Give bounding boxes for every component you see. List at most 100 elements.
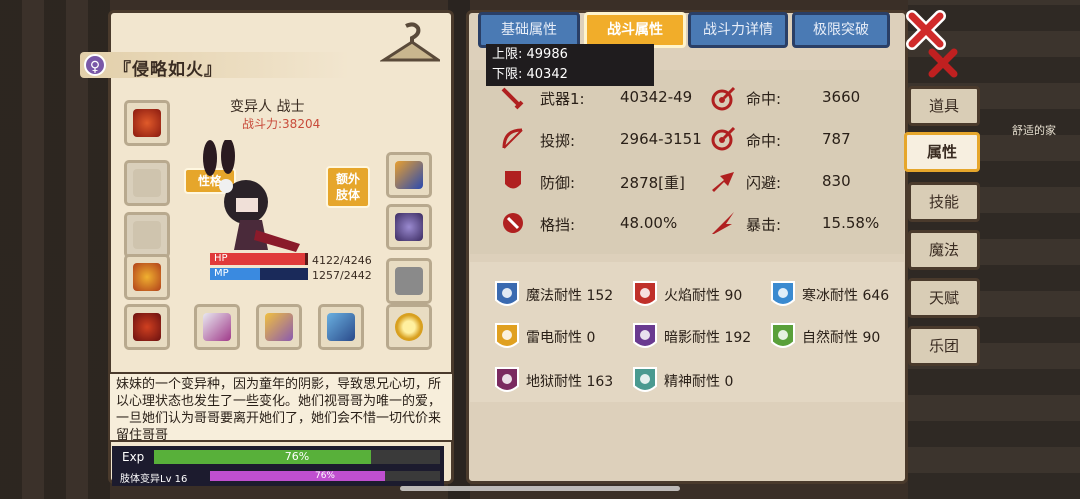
empty-slot-icon (133, 221, 161, 249)
mutation-level-bar: 76% (210, 471, 440, 481)
slot-weapon-1[interactable] (194, 304, 240, 350)
slot-ring[interactable] (386, 304, 432, 350)
exp-bar: 76% (154, 450, 440, 464)
thunder-resist-icon (495, 323, 519, 348)
hp-label: HP (214, 253, 228, 264)
exp-label: Exp (122, 450, 145, 464)
mp-label: MP (214, 268, 229, 279)
target-icon (711, 86, 736, 111)
empty-slot-icon (133, 169, 161, 197)
mp-bar: MP (210, 268, 308, 280)
nature-resist-icon (771, 323, 795, 348)
damage-range-tooltip: 上限: 49986 下限: 40342 (486, 44, 654, 86)
stat-value-critical: 15.58% (822, 214, 880, 232)
character-description: 妹妹的一个变异种，因为童年的阴影，导致思兄心切，所以心理状态也发生了一些变化。她… (108, 372, 454, 442)
stat-label-throw: 投掷: (540, 132, 576, 150)
side-tab-band[interactable]: 乐团 (908, 326, 980, 366)
race-class-label: 变异人 战士 (230, 99, 305, 115)
stat-value-throw-hit: 787 (822, 130, 851, 148)
fish-weapon-icon (327, 313, 355, 341)
stat-label-throw-hit: 命中: (746, 132, 782, 150)
magic-resist-icon (495, 281, 519, 306)
side-tab-magic[interactable]: 魔法 (908, 230, 980, 270)
crossed-weapon-icon (265, 313, 293, 341)
tab-limit-break[interactable]: 极限突破 (792, 12, 890, 48)
home-indicator (400, 486, 680, 491)
experience-panel: Exp 76% 肢体变异Lv 16 76% (112, 446, 444, 486)
armor-icon (133, 263, 161, 291)
stat-value-throw: 2964-3151 (620, 130, 702, 148)
slot-boots[interactable] (124, 304, 170, 350)
resistance-label: 暗影耐性 192 (664, 330, 752, 346)
slot-weapon-2[interactable] (256, 304, 302, 350)
resistance-item: 地狱耐性 163 (494, 366, 613, 396)
block-icon (503, 213, 523, 233)
slot-gloves[interactable] (386, 152, 432, 198)
sword-icon (501, 87, 524, 110)
stat-label-defense: 防御: (540, 174, 576, 192)
exp-percent: 76% (284, 450, 310, 463)
side-tab-items[interactable]: 道具 (908, 86, 980, 126)
tooltip-lower: 下限: 40342 (492, 67, 568, 82)
resistance-item: 精神耐性 0 (632, 366, 733, 396)
resistance-label: 精神耐性 0 (664, 374, 734, 390)
side-tab-skills[interactable]: 技能 (908, 182, 980, 222)
close-icon-secondary[interactable] (926, 46, 960, 80)
stat-value-block: 48.00% (620, 214, 678, 232)
resistance-label: 寒冰耐性 646 (802, 288, 890, 304)
stat-label-block: 格挡: (540, 216, 576, 234)
shield-icon (505, 171, 521, 189)
stat-value-dodge: 830 (822, 172, 851, 190)
resistance-item: 火焰耐性 90 (632, 280, 742, 310)
ice-resist-icon (771, 281, 795, 306)
bow-icon (502, 128, 523, 149)
ring-icon (395, 313, 423, 341)
fire-resist-icon (633, 281, 657, 306)
slot-helmet[interactable] (124, 100, 170, 146)
stat-label-dodge: 闪避: (746, 174, 782, 192)
combat-power-label: 战斗力:38204 (242, 117, 321, 131)
slot-empty-1[interactable] (124, 160, 170, 206)
resistance-label: 地狱耐性 163 (526, 374, 614, 390)
critical-icon (712, 212, 734, 234)
tab-combat-attributes[interactable]: 战斗属性 (584, 12, 686, 48)
locked-slot-icon (395, 267, 423, 295)
side-tab-attributes[interactable]: 属性 (904, 132, 980, 172)
slot-armor[interactable] (124, 254, 170, 300)
stat-value-defense: 2878[重] (620, 174, 685, 192)
resistance-label: 魔法耐性 152 (526, 288, 614, 304)
stat-label-critical: 暴击: (746, 216, 782, 234)
resistance-item: 暗影耐性 192 (632, 322, 751, 352)
boots-icon (133, 313, 161, 341)
home-label: 舒适的家 (1012, 124, 1056, 137)
tab-basic-attributes[interactable]: 基础属性 (478, 12, 580, 48)
tooltip-upper: 上限: 49986 (492, 47, 568, 62)
tab-combat-power-details[interactable]: 战斗力详情 (688, 12, 788, 48)
stat-label-hit: 命中: (746, 90, 782, 108)
hell-resist-icon (495, 367, 519, 392)
slot-weapon-3[interactable] (318, 304, 364, 350)
stat-value-hit: 3660 (822, 88, 861, 106)
spirit-resist-icon (633, 367, 657, 392)
character-sprite (203, 140, 300, 252)
resistance-label: 自然耐性 90 (802, 330, 881, 346)
target-icon (711, 126, 736, 151)
slot-locked[interactable] (386, 258, 432, 304)
shadow-resist-icon (633, 323, 657, 348)
resistance-item: 雷电耐性 0 (494, 322, 595, 352)
resistance-label: 火焰耐性 90 (664, 288, 743, 304)
wardrobe-hanger-icon[interactable] (380, 22, 440, 64)
slot-belt[interactable] (386, 204, 432, 250)
mutation-level-percent: 76% (314, 471, 335, 481)
hp-value: 4122/4246 (312, 254, 372, 267)
character-title: 『侵略如火』 (114, 60, 222, 80)
hp-bar: HP (210, 253, 308, 265)
mp-value: 1257/2442 (312, 269, 372, 282)
close-icon[interactable] (906, 10, 946, 50)
resistance-item: 寒冰耐性 646 (770, 280, 889, 310)
side-tab-talent[interactable]: 天赋 (908, 278, 980, 318)
extra-limb-tag-button[interactable]: 额外 肢体 (326, 166, 370, 208)
slot-empty-2[interactable] (124, 212, 170, 258)
dodge-icon (712, 172, 734, 192)
stat-label-weapon: 武器1: (540, 90, 585, 108)
